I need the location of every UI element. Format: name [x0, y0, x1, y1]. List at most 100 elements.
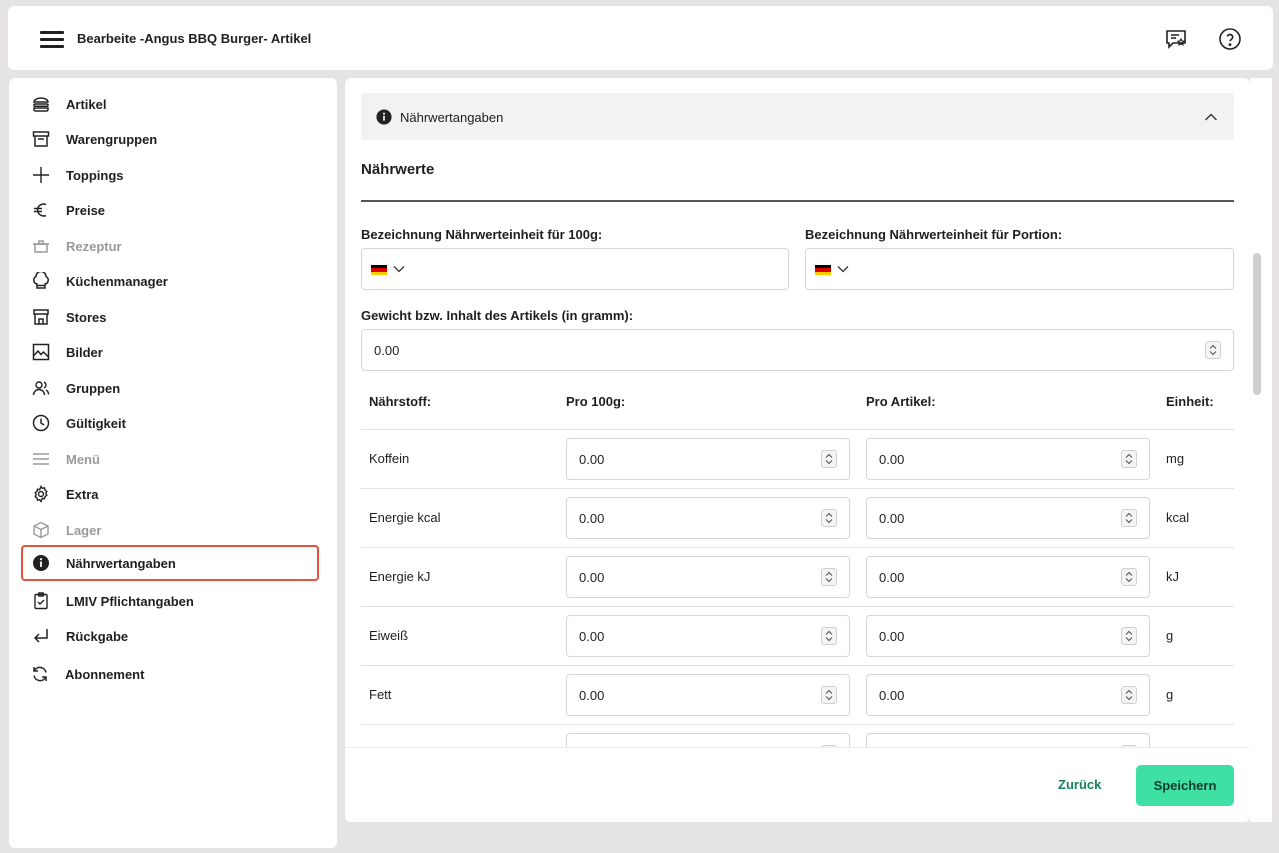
- de-flag-icon[interactable]: [815, 265, 831, 275]
- pot-icon: [33, 240, 49, 253]
- save-button[interactable]: Speichern: [1136, 765, 1234, 806]
- plus-icon: [33, 167, 49, 183]
- col-header-pro-artikel: Pro Artikel:: [866, 394, 936, 409]
- row-divider: [361, 665, 1234, 666]
- sidebar-item-naehrwertangaben[interactable]: Nährwertangaben: [21, 545, 319, 581]
- de-flag-icon[interactable]: [371, 265, 387, 275]
- per-item-value: 0.00: [879, 688, 905, 703]
- scrollbar-thumb[interactable]: [1253, 253, 1261, 395]
- menu-lines-icon: [33, 453, 49, 465]
- col-header-pro-100g: Pro 100g:: [566, 394, 626, 409]
- sidebar-item-rueckgabe[interactable]: Rückgabe: [21, 619, 319, 653]
- stepper-icon[interactable]: [1121, 568, 1137, 586]
- stepper-icon[interactable]: [1121, 450, 1137, 468]
- accordion-title: Nährwertangaben: [400, 110, 504, 125]
- nutrient-name: Fett: [369, 687, 392, 702]
- info-icon: [33, 555, 49, 571]
- nutrient-unit: g: [1166, 687, 1174, 702]
- sidebar-item-gueltigkeit[interactable]: Gültigkeit: [21, 406, 319, 440]
- per100-input[interactable]: 0.00: [566, 674, 850, 716]
- chevron-up-icon[interactable]: [1204, 110, 1218, 124]
- row-divider: [361, 547, 1234, 548]
- sidebar-item-label: Abonnement: [65, 666, 145, 682]
- per-item-value: 0.00: [879, 452, 905, 467]
- per100-input[interactable]: 0.00: [566, 615, 850, 657]
- sidebar-item-toppings[interactable]: Toppings: [21, 158, 319, 192]
- stepper-icon[interactable]: [821, 568, 837, 586]
- users-icon: [32, 381, 50, 396]
- nutrient-unit: mg: [1166, 451, 1185, 466]
- accordion-header[interactable]: Nährwertangaben: [361, 93, 1234, 140]
- row-divider: [361, 488, 1234, 489]
- per-item-input[interactable]: 0.00: [866, 497, 1150, 539]
- back-button[interactable]: Zurück: [1058, 765, 1101, 805]
- sidebar-item-rezeptur: Rezeptur: [21, 229, 319, 263]
- sidebar-item-label: Stores: [66, 309, 107, 325]
- per-item-value: 0.00: [879, 511, 905, 526]
- chevron-down-icon[interactable]: [393, 263, 405, 275]
- clock-icon: [32, 414, 50, 432]
- sidebar-item-extra[interactable]: Extra: [21, 477, 319, 511]
- sidebar-item-warengruppen[interactable]: Warengruppen: [21, 122, 319, 156]
- row-divider: [361, 606, 1234, 607]
- sidebar-item-lmiv-pflichtangaben[interactable]: LMIV Pflichtangaben: [21, 584, 319, 618]
- unit-100g-input[interactable]: [361, 248, 789, 290]
- feedback-chat-icon[interactable]: [1164, 27, 1188, 51]
- per100-input[interactable]: 0.00: [566, 497, 850, 539]
- sidebar-item-label: Bilder: [66, 344, 103, 360]
- burger-icon: [33, 97, 49, 112]
- sidebar-item-kuechenmanager[interactable]: Küchenmanager: [21, 264, 319, 298]
- per100-value: 0.00: [579, 452, 605, 467]
- stepper-icon[interactable]: [1205, 341, 1221, 359]
- cube-icon: [33, 521, 49, 539]
- top-header: Bearbeite -Angus BBQ Burger- Artikel: [8, 6, 1273, 70]
- nutrient-name: Koffein: [369, 451, 410, 466]
- sidebar-item-label: LMIV Pflichtangaben: [66, 593, 194, 609]
- per-item-input[interactable]: 0.00: [866, 674, 1150, 716]
- stepper-icon[interactable]: [821, 627, 837, 645]
- form-footer: Zurück Speichern: [345, 747, 1250, 822]
- nutrient-unit: kJ: [1166, 569, 1179, 584]
- per100-input[interactable]: 0.00: [566, 556, 850, 598]
- per-item-input[interactable]: 0.00: [866, 556, 1150, 598]
- store-icon: [33, 309, 49, 325]
- sidebar: Artikel Warengruppen Toppings Preise Rez…: [9, 78, 337, 848]
- sidebar-item-abonnement[interactable]: Abonnement: [21, 657, 319, 691]
- sidebar-item-preise[interactable]: Preise: [21, 193, 319, 227]
- chevron-down-icon[interactable]: [837, 263, 849, 275]
- sidebar-item-artikel[interactable]: Artikel: [21, 87, 319, 121]
- sidebar-item-menue: Menü: [21, 442, 319, 476]
- per100-value: 0.00: [579, 629, 605, 644]
- nutrient-unit: g: [1166, 628, 1174, 643]
- nutrient-name: Energie kcal: [369, 510, 441, 525]
- sidebar-item-label: Preise: [66, 202, 106, 218]
- help-circle-icon[interactable]: [1218, 27, 1242, 51]
- weight-input[interactable]: 0.00: [361, 329, 1234, 371]
- per-item-input[interactable]: 0.00: [866, 615, 1150, 657]
- stepper-icon[interactable]: [821, 686, 837, 704]
- sidebar-item-label: Rezeptur: [66, 238, 122, 254]
- per-item-input[interactable]: 0.00: [866, 438, 1150, 480]
- sidebar-item-bilder[interactable]: Bilder: [21, 335, 319, 369]
- label-portion: Bezeichnung Nährwerteinheit für Portion:: [805, 227, 1063, 242]
- label-weight: Gewicht bzw. Inhalt des Artikels (in gra…: [361, 308, 634, 323]
- sidebar-item-stores[interactable]: Stores: [21, 300, 319, 334]
- scrollbar[interactable]: [1250, 78, 1272, 822]
- hamburger-menu-icon[interactable]: [40, 31, 64, 48]
- stepper-icon[interactable]: [821, 450, 837, 468]
- stepper-icon[interactable]: [1121, 627, 1137, 645]
- per100-value: 0.00: [579, 511, 605, 526]
- stepper-icon[interactable]: [821, 509, 837, 527]
- stepper-icon[interactable]: [1121, 686, 1137, 704]
- sidebar-item-label: Küchenmanager: [66, 273, 168, 289]
- stepper-icon[interactable]: [1121, 509, 1137, 527]
- sidebar-item-gruppen[interactable]: Gruppen: [21, 371, 319, 405]
- chef-hat-icon: [33, 272, 49, 289]
- unit-portion-input[interactable]: [805, 248, 1234, 290]
- weight-value: 0.00: [374, 343, 400, 358]
- refresh-icon: [33, 666, 47, 682]
- sidebar-item-label: Extra: [66, 486, 99, 502]
- section-title: Nährwerte: [361, 161, 435, 178]
- per-item-value: 0.00: [879, 629, 905, 644]
- per100-input[interactable]: 0.00: [566, 438, 850, 480]
